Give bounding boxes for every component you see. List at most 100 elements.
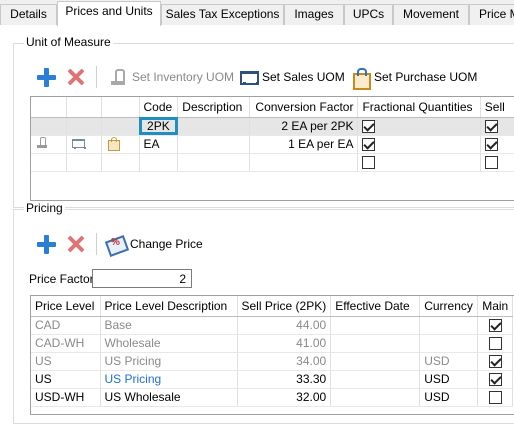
effective-date-cell[interactable] <box>330 334 421 353</box>
table-row[interactable]: US US Pricing 34.00 USD <box>31 352 514 371</box>
currency-cell[interactable]: USD <box>419 352 479 371</box>
sell-checkbox[interactable] <box>484 138 498 152</box>
price-level-cell[interactable]: CAD-WH <box>31 334 101 353</box>
main-cell[interactable] <box>477 352 514 371</box>
tab-upcs[interactable]: UPCs <box>344 4 393 25</box>
sell-price-cell[interactable]: 33.30 <box>237 370 332 389</box>
scale-icon <box>35 136 49 150</box>
column-header-sell-price[interactable]: Sell Price (2PK) <box>237 296 332 317</box>
price-level-cell[interactable]: US <box>31 370 101 389</box>
column-header-code[interactable]: Code <box>139 97 179 118</box>
sell-checkbox[interactable] <box>484 120 498 134</box>
code-cell[interactable]: 2PK <box>139 117 179 136</box>
main-cell[interactable] <box>477 316 514 335</box>
tab-price-matrix[interactable]: Price Ma <box>469 4 514 25</box>
tab-movement[interactable]: Movement <box>393 4 469 25</box>
sell-price-cell[interactable]: 44.00 <box>237 316 332 335</box>
column-header-price-level-description[interactable]: Price Level Description <box>100 296 238 317</box>
price-description-cell[interactable]: Base <box>100 316 238 335</box>
add-uom-button[interactable] <box>36 67 56 87</box>
table-row[interactable]: CAD-WH Wholesale 41.00 <box>31 334 514 353</box>
change-price-button[interactable]: Change Price <box>106 234 203 254</box>
fractional-cell[interactable] <box>357 135 481 154</box>
column-header <box>31 97 67 118</box>
sell-cell[interactable] <box>480 117 514 136</box>
main-cell[interactable] <box>477 370 514 389</box>
set-purchase-uom-button[interactable]: Set Purchase UOM <box>350 67 477 90</box>
delete-uom-button[interactable] <box>66 67 86 87</box>
effective-date-cell[interactable] <box>330 316 421 335</box>
price-level-cell[interactable]: US <box>31 352 101 371</box>
price-level-cell[interactable]: USD-WH <box>31 388 101 407</box>
column-header-price-level[interactable]: Price Level <box>31 296 101 317</box>
column-header-conversion-factor[interactable]: Conversion Factor <box>249 97 359 118</box>
sell-cell[interactable] <box>480 135 514 154</box>
conversion-cell[interactable]: 1 EA per EA <box>249 135 359 154</box>
tab-images[interactable]: Images <box>284 4 344 25</box>
tab-details[interactable]: Details <box>0 4 57 25</box>
main-checkbox[interactable] <box>488 337 502 351</box>
table-row[interactable]: CAD Base 44.00 <box>31 316 514 335</box>
fractional-checkbox[interactable] <box>362 138 376 152</box>
sell-cell[interactable] <box>480 153 514 172</box>
main-checkbox[interactable] <box>488 373 502 387</box>
description-cell[interactable] <box>177 153 250 172</box>
description-cell[interactable] <box>177 135 250 154</box>
plus-icon <box>36 234 56 254</box>
main-cell[interactable] <box>477 388 514 407</box>
row-icon-cell <box>31 135 67 154</box>
set-sales-uom-button[interactable]: Set Sales UOM <box>238 67 345 87</box>
currency-cell[interactable] <box>419 334 479 353</box>
column-header-sell[interactable]: Sell <box>480 97 514 118</box>
fractional-checkbox[interactable] <box>362 120 376 134</box>
price-level-cell[interactable]: CAD <box>31 316 101 335</box>
conversion-cell[interactable] <box>249 153 359 172</box>
table-row[interactable]: 2PK 2 EA per 2PK <box>31 117 514 136</box>
column-header-currency[interactable]: Currency <box>419 296 479 317</box>
sell-price-cell[interactable]: 34.00 <box>237 352 332 371</box>
column-header-description[interactable]: Description <box>177 97 250 118</box>
sell-price-cell[interactable]: 41.00 <box>237 334 332 353</box>
table-row[interactable]: US US Pricing 33.30 USD <box>31 370 514 389</box>
unit-of-measure-group: Unit of Measure Set Inventory UOM Set Sa… <box>13 35 514 208</box>
currency-cell[interactable]: USD <box>419 388 479 407</box>
tab-sales-tax-exceptions[interactable]: Sales Tax Exceptions <box>161 4 284 25</box>
description-cell[interactable] <box>177 117 250 136</box>
main-cell[interactable] <box>477 334 514 353</box>
main-checkbox[interactable] <box>488 355 502 369</box>
code-cell[interactable] <box>139 153 179 172</box>
price-description-cell[interactable]: US Wholesale <box>100 388 238 407</box>
fractional-cell[interactable] <box>357 117 481 136</box>
main-checkbox[interactable] <box>488 319 502 333</box>
table-row-new[interactable] <box>31 153 514 172</box>
fractional-cell[interactable] <box>357 153 481 172</box>
effective-date-cell[interactable] <box>330 370 421 389</box>
sell-price-cell[interactable]: 32.00 <box>237 388 332 407</box>
effective-date-cell[interactable] <box>330 352 421 371</box>
cart-icon <box>71 136 86 150</box>
sell-checkbox[interactable] <box>484 156 498 170</box>
pricing-label: Pricing <box>24 201 65 215</box>
add-price-level-button[interactable] <box>36 234 56 254</box>
table-row[interactable]: EA 1 EA per EA <box>31 135 514 154</box>
fractional-checkbox[interactable] <box>362 156 376 170</box>
column-header-fractional-quantities[interactable]: Fractional Quantities <box>357 97 481 118</box>
column-header-main[interactable]: Main <box>477 296 514 317</box>
code-cell[interactable]: EA <box>139 135 179 154</box>
tab-prices-and-units[interactable]: Prices and Units <box>57 1 161 26</box>
column-header-effective-date[interactable]: Effective Date <box>330 296 421 317</box>
price-description-cell[interactable]: US Pricing <box>100 352 238 371</box>
conversion-cell[interactable]: 2 EA per 2PK <box>249 117 359 136</box>
price-factor-input[interactable]: 2 <box>92 269 192 288</box>
currency-cell[interactable]: USD <box>419 370 479 389</box>
main-checkbox[interactable] <box>488 391 502 405</box>
price-description-cell[interactable]: Wholesale <box>100 334 238 353</box>
plus-icon <box>36 67 56 87</box>
set-inventory-uom-button[interactable]: Set Inventory UOM <box>108 67 234 87</box>
table-row[interactable]: USD-WH US Wholesale 32.00 USD <box>31 388 514 407</box>
price-description-cell[interactable]: US Pricing <box>100 370 238 389</box>
currency-cell[interactable] <box>419 316 479 335</box>
pricing-header-row: Price Level Price Level Description Sell… <box>31 296 514 317</box>
effective-date-cell[interactable] <box>330 388 421 407</box>
delete-price-level-button[interactable] <box>66 234 86 254</box>
